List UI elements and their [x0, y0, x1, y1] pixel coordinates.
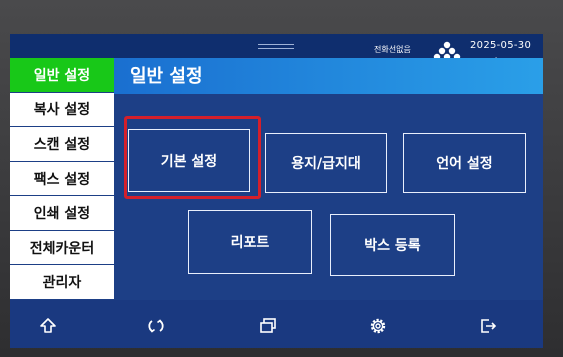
sidebar-item-administrator[interactable]: 관리자 — [10, 265, 114, 301]
sidebar-item-fax-settings[interactable]: 팩스 설정 — [10, 161, 114, 197]
report-button[interactable]: 리포트 — [188, 210, 312, 274]
selection-highlight — [124, 116, 261, 199]
sidebar-item-general-settings[interactable]: 일반 설정 — [10, 58, 114, 93]
window-switch-button[interactable] — [254, 314, 282, 338]
language-settings-button[interactable]: 언어 설정 — [403, 133, 526, 193]
sidebar-item-copy-settings[interactable]: 복사 설정 — [10, 92, 114, 128]
page-title: 일반 설정 — [130, 66, 203, 87]
pull-down-handle[interactable] — [258, 44, 294, 49]
sidebar-item-print-settings[interactable]: 인쇄 설정 — [10, 196, 114, 231]
status-date: 2025-05-30 — [470, 40, 532, 51]
refresh-icon — [148, 319, 164, 333]
home-icon — [40, 318, 56, 333]
settings-sidebar: 일반 설정 복사 설정 스캔 설정 팩스 설정 인쇄 설정 전체카운터 관리자 — [10, 58, 114, 301]
sidebar-item-scan-settings[interactable]: 스캔 설정 — [10, 127, 114, 162]
logout-icon — [481, 319, 497, 333]
phone-line-status: 전화선없음 — [374, 45, 411, 54]
copy-windows-icon — [260, 318, 276, 333]
paper-tray-button[interactable]: 용지/급지대 — [265, 133, 387, 193]
sidebar-item-total-counter[interactable]: 전체카운터 — [10, 230, 114, 266]
home-button[interactable] — [34, 314, 62, 338]
settings-button[interactable] — [364, 314, 392, 338]
box-registration-button[interactable]: 박스 등록 — [330, 214, 455, 276]
logout-button[interactable] — [474, 314, 502, 338]
gear-icon — [370, 318, 386, 334]
refresh-button[interactable] — [142, 314, 170, 338]
